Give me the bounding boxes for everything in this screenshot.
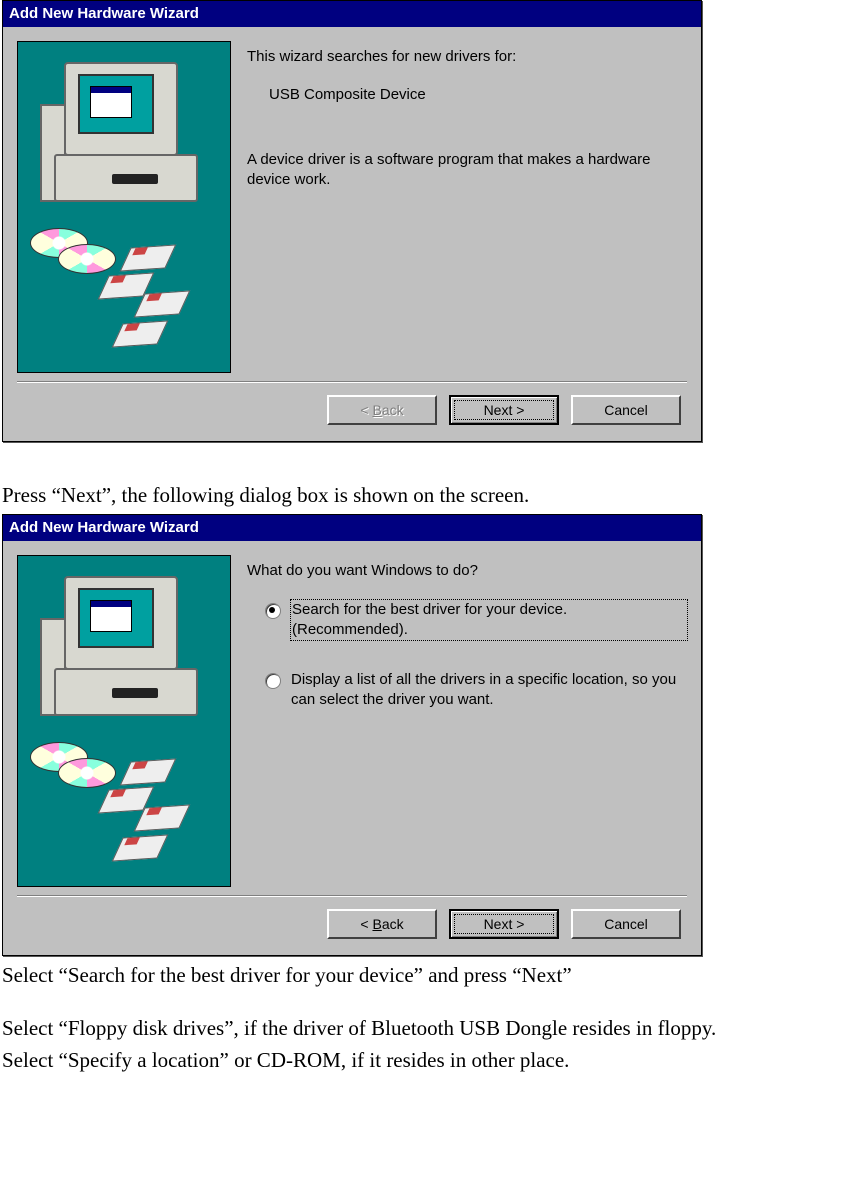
separator (17, 895, 687, 897)
radio-icon (265, 603, 281, 619)
back-button: < Back (327, 395, 437, 425)
dialog-title: Add New Hardware Wizard (3, 515, 701, 541)
radio-icon (265, 673, 281, 689)
dialog-body: This wizard searches for new drivers for… (3, 27, 701, 441)
back-button[interactable]: < Back (327, 909, 437, 939)
wizard-sidebar-image (17, 555, 231, 887)
dialog-title: Add New Hardware Wizard (3, 1, 701, 27)
explanation-text: A device driver is a software program th… (247, 150, 687, 191)
instruction-2: Select “Search for the best driver for y… (2, 962, 849, 988)
dialog-content: What do you want Windows to do? Search f… (247, 555, 687, 887)
question-text: What do you want Windows to do? (247, 561, 687, 581)
button-row: < Back Next > Cancel (17, 909, 687, 945)
dialog-body: What do you want Windows to do? Search f… (3, 541, 701, 955)
dialog-content: This wizard searches for new drivers for… (247, 41, 687, 373)
cancel-button[interactable]: Cancel (571, 909, 681, 939)
radio-label: Search for the best driver for your devi… (291, 600, 687, 641)
instruction-1: Press “Next”, the following dialog box i… (2, 482, 849, 508)
radio-option-list[interactable]: Display a list of all the drivers in a s… (265, 670, 687, 711)
next-button[interactable]: Next > (449, 395, 559, 425)
separator (17, 381, 687, 383)
hardware-wizard-dialog-2: Add New Hardware Wizard What do you want (2, 514, 702, 956)
radio-label: Display a list of all the drivers in a s… (291, 670, 687, 711)
instruction-4: Select “Specify a location” or CD-ROM, i… (2, 1047, 849, 1073)
radio-option-search[interactable]: Search for the best driver for your devi… (265, 600, 687, 641)
hardware-wizard-dialog-1: Add New Hardware Wizard This wizard sear… (2, 0, 702, 442)
wizard-sidebar-image (17, 41, 231, 373)
intro-text: This wizard searches for new drivers for… (247, 47, 687, 67)
device-name: USB Composite Device (269, 85, 687, 105)
cancel-button[interactable]: Cancel (571, 395, 681, 425)
next-button[interactable]: Next > (449, 909, 559, 939)
instruction-3: Select “Floppy disk drives”, if the driv… (2, 1015, 849, 1041)
button-row: < Back Next > Cancel (17, 395, 687, 431)
